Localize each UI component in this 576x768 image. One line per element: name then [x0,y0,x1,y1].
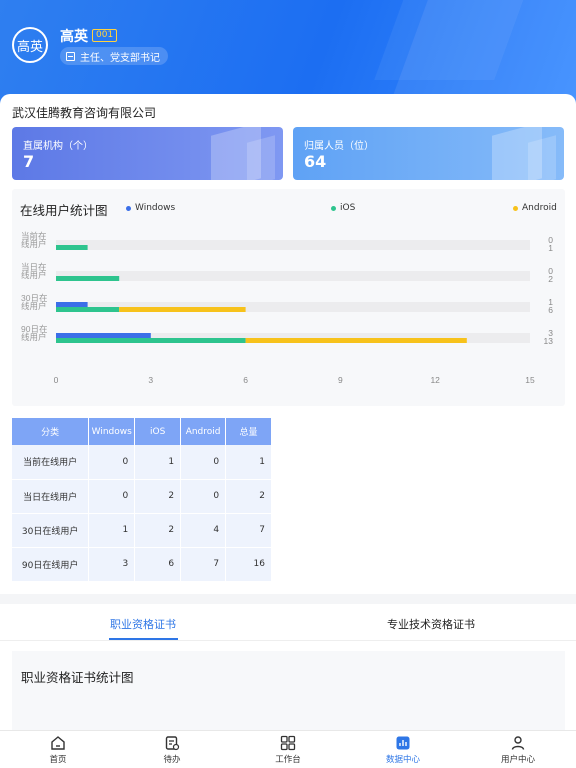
table-cell: 2 [134,513,182,548]
tabbar-label: 待办 [163,755,181,765]
bar-track [56,240,530,250]
bar-windows [56,333,151,338]
table-cell: 2 [134,479,182,514]
tab-technical-certificate[interactable]: 专业技术资格证书 [387,616,475,632]
table-header-row: 分类 Windows iOS Android 总量 [12,418,272,445]
tabbar-item-workbench[interactable]: 工作台 [248,735,328,765]
table-header-cell: Windows [88,418,136,445]
stat-card-personnel[interactable]: 归属人员（位） 64 [293,127,564,180]
table-cell: 7 [180,547,227,582]
table-cell: 3 [88,547,136,582]
table-cell: 0 [180,479,227,514]
user-code-badge: 001 [92,29,118,42]
x-tick-label: 15 [525,375,535,385]
bar-ios [56,307,120,312]
table-cell: 30日在线用户 [12,513,90,548]
table-cell: 0 [88,479,136,514]
table-cell: 90日在线用户 [12,547,90,582]
company-name: 武汉佳腾教育咨询有限公司 [12,106,157,120]
table-cell: 当日在线用户 [12,479,90,514]
avatar[interactable]: 高英 [12,27,48,63]
user-name: 高英 [60,29,88,45]
table-row: 当日在线用户 0 2 0 2 [12,479,272,514]
chart-plot: 当前在线用户 01当日在线用户 0230日在线用户 1690日在线用户 3130 3 6 9 1… [21,231,554,385]
main-card: 武汉佳腾教育咨询有限公司 直属机构（个） 7 归属人员（位） 64 在线用户统计… [0,94,576,594]
tabbar-item-home[interactable]: 首页 [18,735,98,765]
bar-ios [56,338,246,343]
table-header-cell: iOS [134,418,182,445]
home-icon [51,736,65,750]
tabbar-label: 数据中心 [385,755,420,765]
table-row: 30日在线用户 1 2 4 7 [12,513,272,548]
table-cell: 4 [180,513,227,548]
x-tick-label: 0 [54,375,59,385]
value-label: 6 [548,305,553,315]
tabbar-label: 首页 [49,755,67,765]
table-cell: 7 [225,513,272,548]
category-label: 线用户 [21,239,47,249]
certificate-tabs: 职业资格证书 专业技术资格证书 [0,604,576,641]
x-tick-label: 3 [148,375,153,385]
table-header-cell: 总量 [225,418,272,445]
table-cell: 当前在线用户 [12,445,90,480]
online-users-table: 分类 Windows iOS Android 总量 当前在线用户 0 1 0 1… [12,418,272,582]
table-cell: 6 [134,547,182,582]
active-tab-indicator [109,638,178,640]
stat-label: 归属人员（位） [304,141,374,152]
person-card-illustration-icon [528,135,556,180]
bar-android [119,307,246,312]
stat-card-institutions[interactable]: 直属机构（个） 7 [12,127,283,180]
bottom-tabbar: 首页 待办 工作台 数据中心 用户中心 [0,730,576,768]
table-row: 90日在线用户 3 6 7 16 [12,547,272,582]
tabbar-label: 工作台 [275,755,301,765]
table-cell: 0 [180,445,227,480]
value-label: 13 [544,336,554,346]
category-label: 线用户 [21,301,47,311]
table-cell: 16 [225,547,272,582]
user-icon [511,736,525,750]
stat-value: 64 [304,152,327,171]
tabbar-item-data-center[interactable]: 数据中心 [363,735,443,765]
table-header-cell: Android [180,418,227,445]
bar-track [56,271,530,281]
x-tick-label: 9 [338,375,343,385]
todo-icon [165,736,180,751]
table-cell: 0 [88,445,136,480]
certificate-chart-title: 职业资格证书统计图 [21,670,134,685]
tab-vocational-certificate[interactable]: 职业资格证书 [110,616,176,632]
x-tick-label: 12 [430,375,440,385]
bar-android [245,338,467,343]
table-cell: 2 [225,479,272,514]
bar-ios [56,276,120,281]
tabbar-label: 用户中心 [500,755,535,765]
bar-ios [56,245,88,250]
role-tag: 主任、党支部书记 [60,47,168,65]
value-label: 1 [548,243,553,253]
grid-icon [280,735,296,751]
category-label: 线用户 [21,270,47,280]
stat-label: 直属机构（个） [23,141,93,152]
building-illustration-icon [247,135,275,180]
x-tick-label: 6 [243,375,248,385]
bar-windows [56,302,88,307]
table-cell: 1 [134,445,182,480]
id-card-icon [66,51,75,61]
role-text: 主任、党支部书记 [80,52,160,64]
category-label: 线用户 [21,332,47,342]
table-cell: 1 [225,445,272,480]
table-row: 当前在线用户 0 1 0 1 [12,445,272,480]
tabbar-item-user-center[interactable]: 用户中心 [478,735,558,765]
stat-value: 7 [23,152,35,171]
table-header-cell: 分类 [12,418,90,445]
online-users-chart: 在线用户统计图 Windows iOS Android 当前在 线用户 0 1 当日在线… [12,189,565,406]
tabbar-item-todo[interactable]: 待办 [132,735,212,765]
value-label: 2 [548,274,553,284]
chart-icon [396,736,410,750]
table-cell: 1 [88,513,136,548]
